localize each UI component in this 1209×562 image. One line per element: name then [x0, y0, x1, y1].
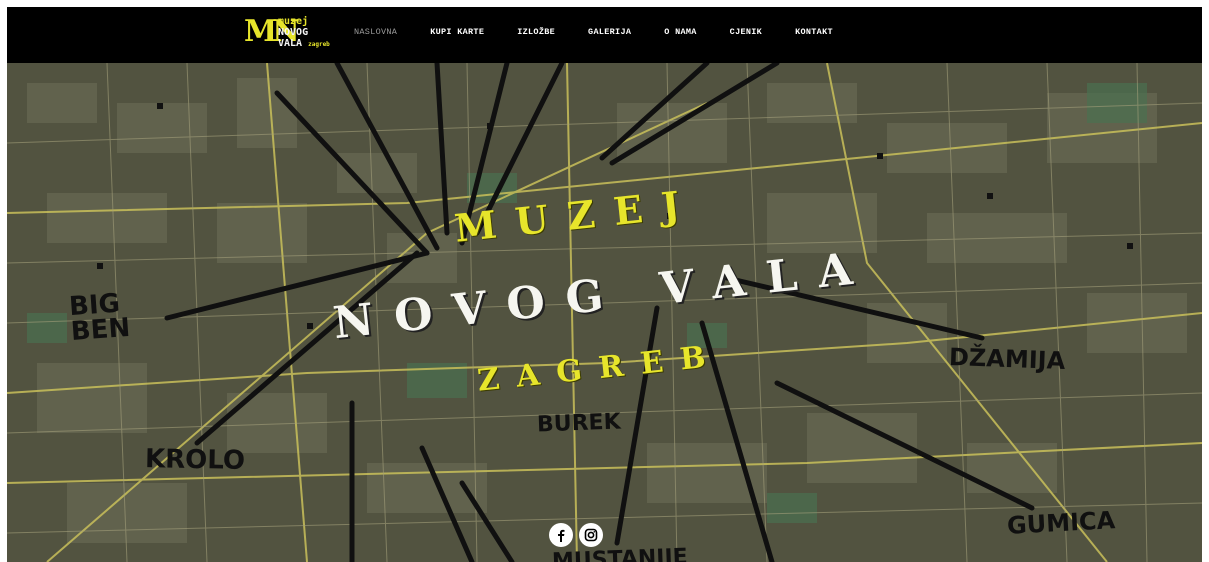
nav-item-kupi-karte[interactable]: KUPI KARTE: [430, 27, 484, 37]
map-label-dzamija: DŽAMIJA: [948, 342, 1066, 376]
nav-item-naslovna[interactable]: NASLOVNA: [354, 27, 397, 37]
logo-text: muzej NOVOG VALA zagreb: [278, 16, 330, 50]
hero-map-section: MUZEJ NOVOG VALA ZAGREB BIG BEN DŽAMIJA …: [7, 63, 1202, 562]
top-navigation-bar: MN muzej NOVOG VALA zagreb NASLOVNA KUPI…: [7, 7, 1202, 63]
nav-item-kontakt[interactable]: KONTAKT: [795, 27, 833, 37]
nav-item-cjenik[interactable]: CJENIK: [730, 27, 762, 37]
nav-item-izlozbe[interactable]: IZLOŽBE: [517, 27, 555, 37]
instagram-icon[interactable]: [579, 523, 603, 547]
nav-item-o-nama[interactable]: O NAMA: [664, 27, 696, 37]
nav-item-galerija[interactable]: GALERIJA: [588, 27, 631, 37]
page-frame: MN muzej NOVOG VALA zagreb NASLOVNA KUPI…: [7, 7, 1202, 562]
map-label-krolo: KROLO: [144, 444, 246, 476]
logo-line-muzej: muzej: [278, 16, 309, 27]
logo-line-vala: VALA: [278, 38, 303, 49]
logo-line-novog: NOVOG: [278, 27, 309, 38]
social-links: [549, 523, 603, 547]
map-label-bigben: BIG BEN: [68, 288, 132, 348]
map-label-gumica: GUMICA: [1006, 506, 1116, 540]
main-nav: NASLOVNA KUPI KARTE IZLOŽBE GALERIJA O N…: [354, 27, 866, 37]
site-logo[interactable]: MN muzej NOVOG VALA zagreb: [244, 13, 334, 57]
map-label-burek: BUREK: [536, 409, 622, 438]
facebook-icon[interactable]: [549, 523, 573, 547]
logo-line-zagreb: zagreb: [308, 41, 330, 48]
